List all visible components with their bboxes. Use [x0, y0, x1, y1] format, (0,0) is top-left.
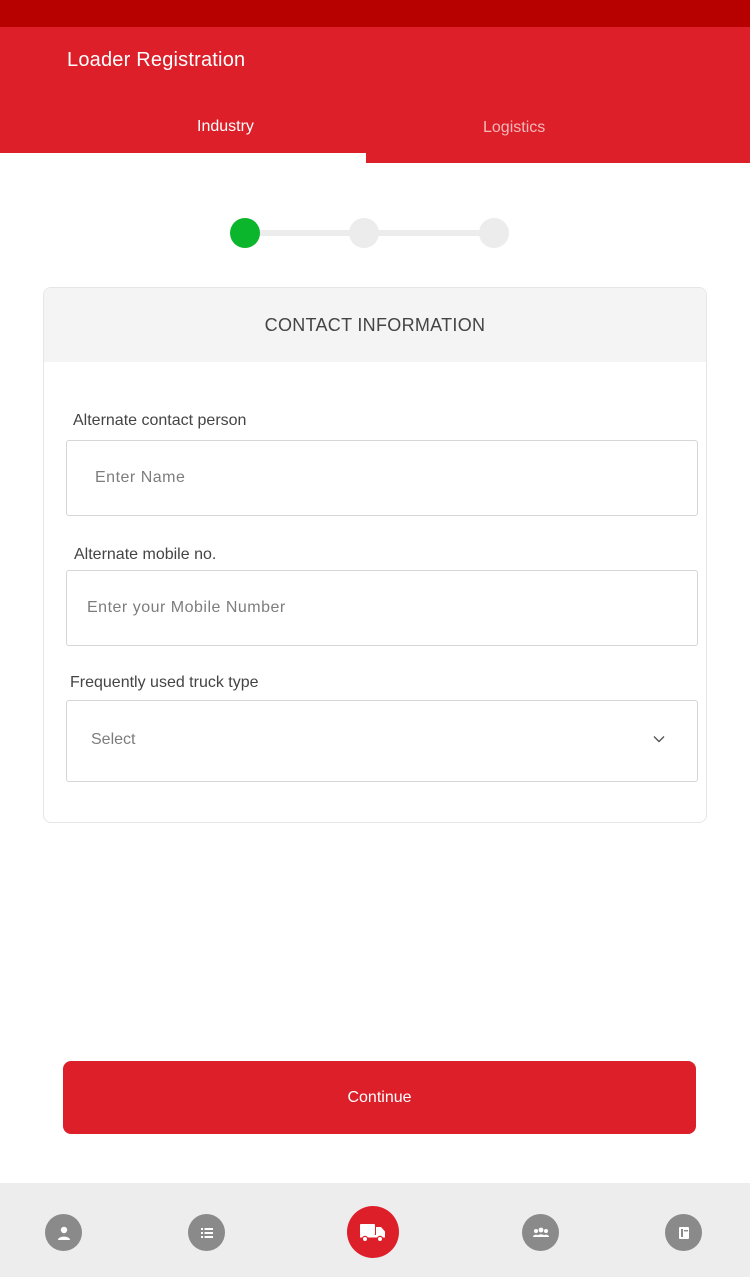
stepper-line-1 [245, 230, 365, 236]
tab-logistics[interactable]: Logistics [366, 27, 750, 163]
nav-group[interactable] [522, 1214, 559, 1251]
tab-industry-label: Industry [197, 118, 254, 135]
progress-stepper [230, 218, 510, 248]
stepper-dot-2 [349, 218, 379, 248]
chevron-down-icon [653, 736, 665, 743]
tab-industry[interactable]: Industry [0, 27, 366, 153]
stepper-dot-3 [479, 218, 509, 248]
nav-notebook[interactable] [665, 1214, 702, 1251]
alternate-contact-field[interactable] [66, 440, 698, 516]
nav-list[interactable] [188, 1214, 225, 1251]
list-icon [200, 1227, 213, 1238]
nav-profile[interactable] [45, 1214, 82, 1251]
card-title: CONTACT INFORMATION [264, 314, 486, 335]
group-icon [532, 1227, 549, 1237]
person-icon [57, 1226, 70, 1240]
alternate-contact-label: Alternate contact person [73, 412, 247, 429]
truck-icon [360, 1224, 385, 1243]
alternate-mobile-field[interactable] [66, 570, 698, 646]
bottom-navigation [0, 1183, 750, 1277]
alternate-mobile-input[interactable] [67, 571, 697, 645]
notebook-icon [678, 1226, 689, 1239]
continue-button[interactable]: Continue [63, 1061, 696, 1134]
continue-button-label: Continue [347, 1088, 412, 1106]
alternate-mobile-label: Alternate mobile no. [74, 546, 217, 563]
contact-information-card: CONTACT INFORMATION Alternate contact pe… [43, 287, 707, 823]
tab-logistics-label: Logistics [483, 119, 546, 136]
truck-type-selected-value: Select [91, 731, 136, 748]
nav-truck[interactable] [347, 1206, 399, 1258]
alternate-contact-input[interactable] [67, 441, 697, 515]
stepper-dot-1 [230, 218, 260, 248]
app-bar: Loader Registration Industry Logistics [0, 27, 750, 163]
truck-type-select[interactable]: Select [66, 700, 698, 782]
card-header: CONTACT INFORMATION [44, 288, 706, 362]
truck-type-label: Frequently used truck type [70, 674, 259, 691]
status-bar [0, 0, 750, 27]
stepper-line-2 [364, 230, 494, 236]
